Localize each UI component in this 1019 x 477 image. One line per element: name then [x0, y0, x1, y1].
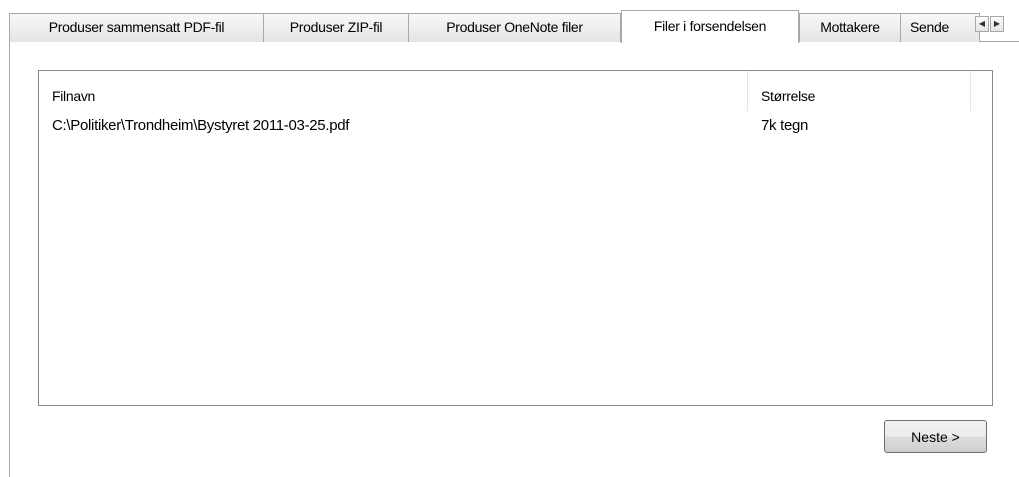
tab-produce-pdf[interactable]: Produser sammensatt PDF-fil [9, 13, 264, 42]
tab-files-in-shipment[interactable]: Filer i forsendelsen [621, 10, 799, 43]
column-header-filename[interactable]: Filnavn [39, 71, 748, 111]
tab-recipients[interactable]: Mottakere [799, 13, 901, 42]
file-size-cell: 7k tegn [761, 117, 809, 134]
arrow-left-icon: ◀ [978, 19, 986, 28]
list-item[interactable]: C:\Politiker\Trondheim\Bystyret 2011-03-… [39, 114, 992, 138]
list-header: Filnavn Størrelse [39, 71, 992, 111]
file-name-cell: C:\Politiker\Trondheim\Bystyret 2011-03-… [52, 117, 350, 134]
files-list-view[interactable]: Filnavn Størrelse C:\Politiker\Trondheim… [38, 70, 993, 406]
tab-scroll-left-button[interactable]: ◀ [975, 16, 989, 32]
arrow-right-icon: ▶ [993, 19, 1001, 28]
tab-produce-onenote[interactable]: Produser OneNote filer [408, 13, 621, 42]
tab-send[interactable]: Sende [900, 13, 980, 42]
tab-strip: Produser sammensatt PDF-fil Produser ZIP… [9, 10, 1019, 43]
tab-scroll-right-button[interactable]: ▶ [990, 16, 1004, 32]
wizard-window: Produser sammensatt PDF-fil Produser ZIP… [0, 0, 1019, 477]
column-header-size[interactable]: Størrelse [748, 71, 971, 111]
next-button[interactable]: Neste > [884, 420, 987, 453]
tab-produce-zip[interactable]: Produser ZIP-fil [263, 13, 409, 42]
